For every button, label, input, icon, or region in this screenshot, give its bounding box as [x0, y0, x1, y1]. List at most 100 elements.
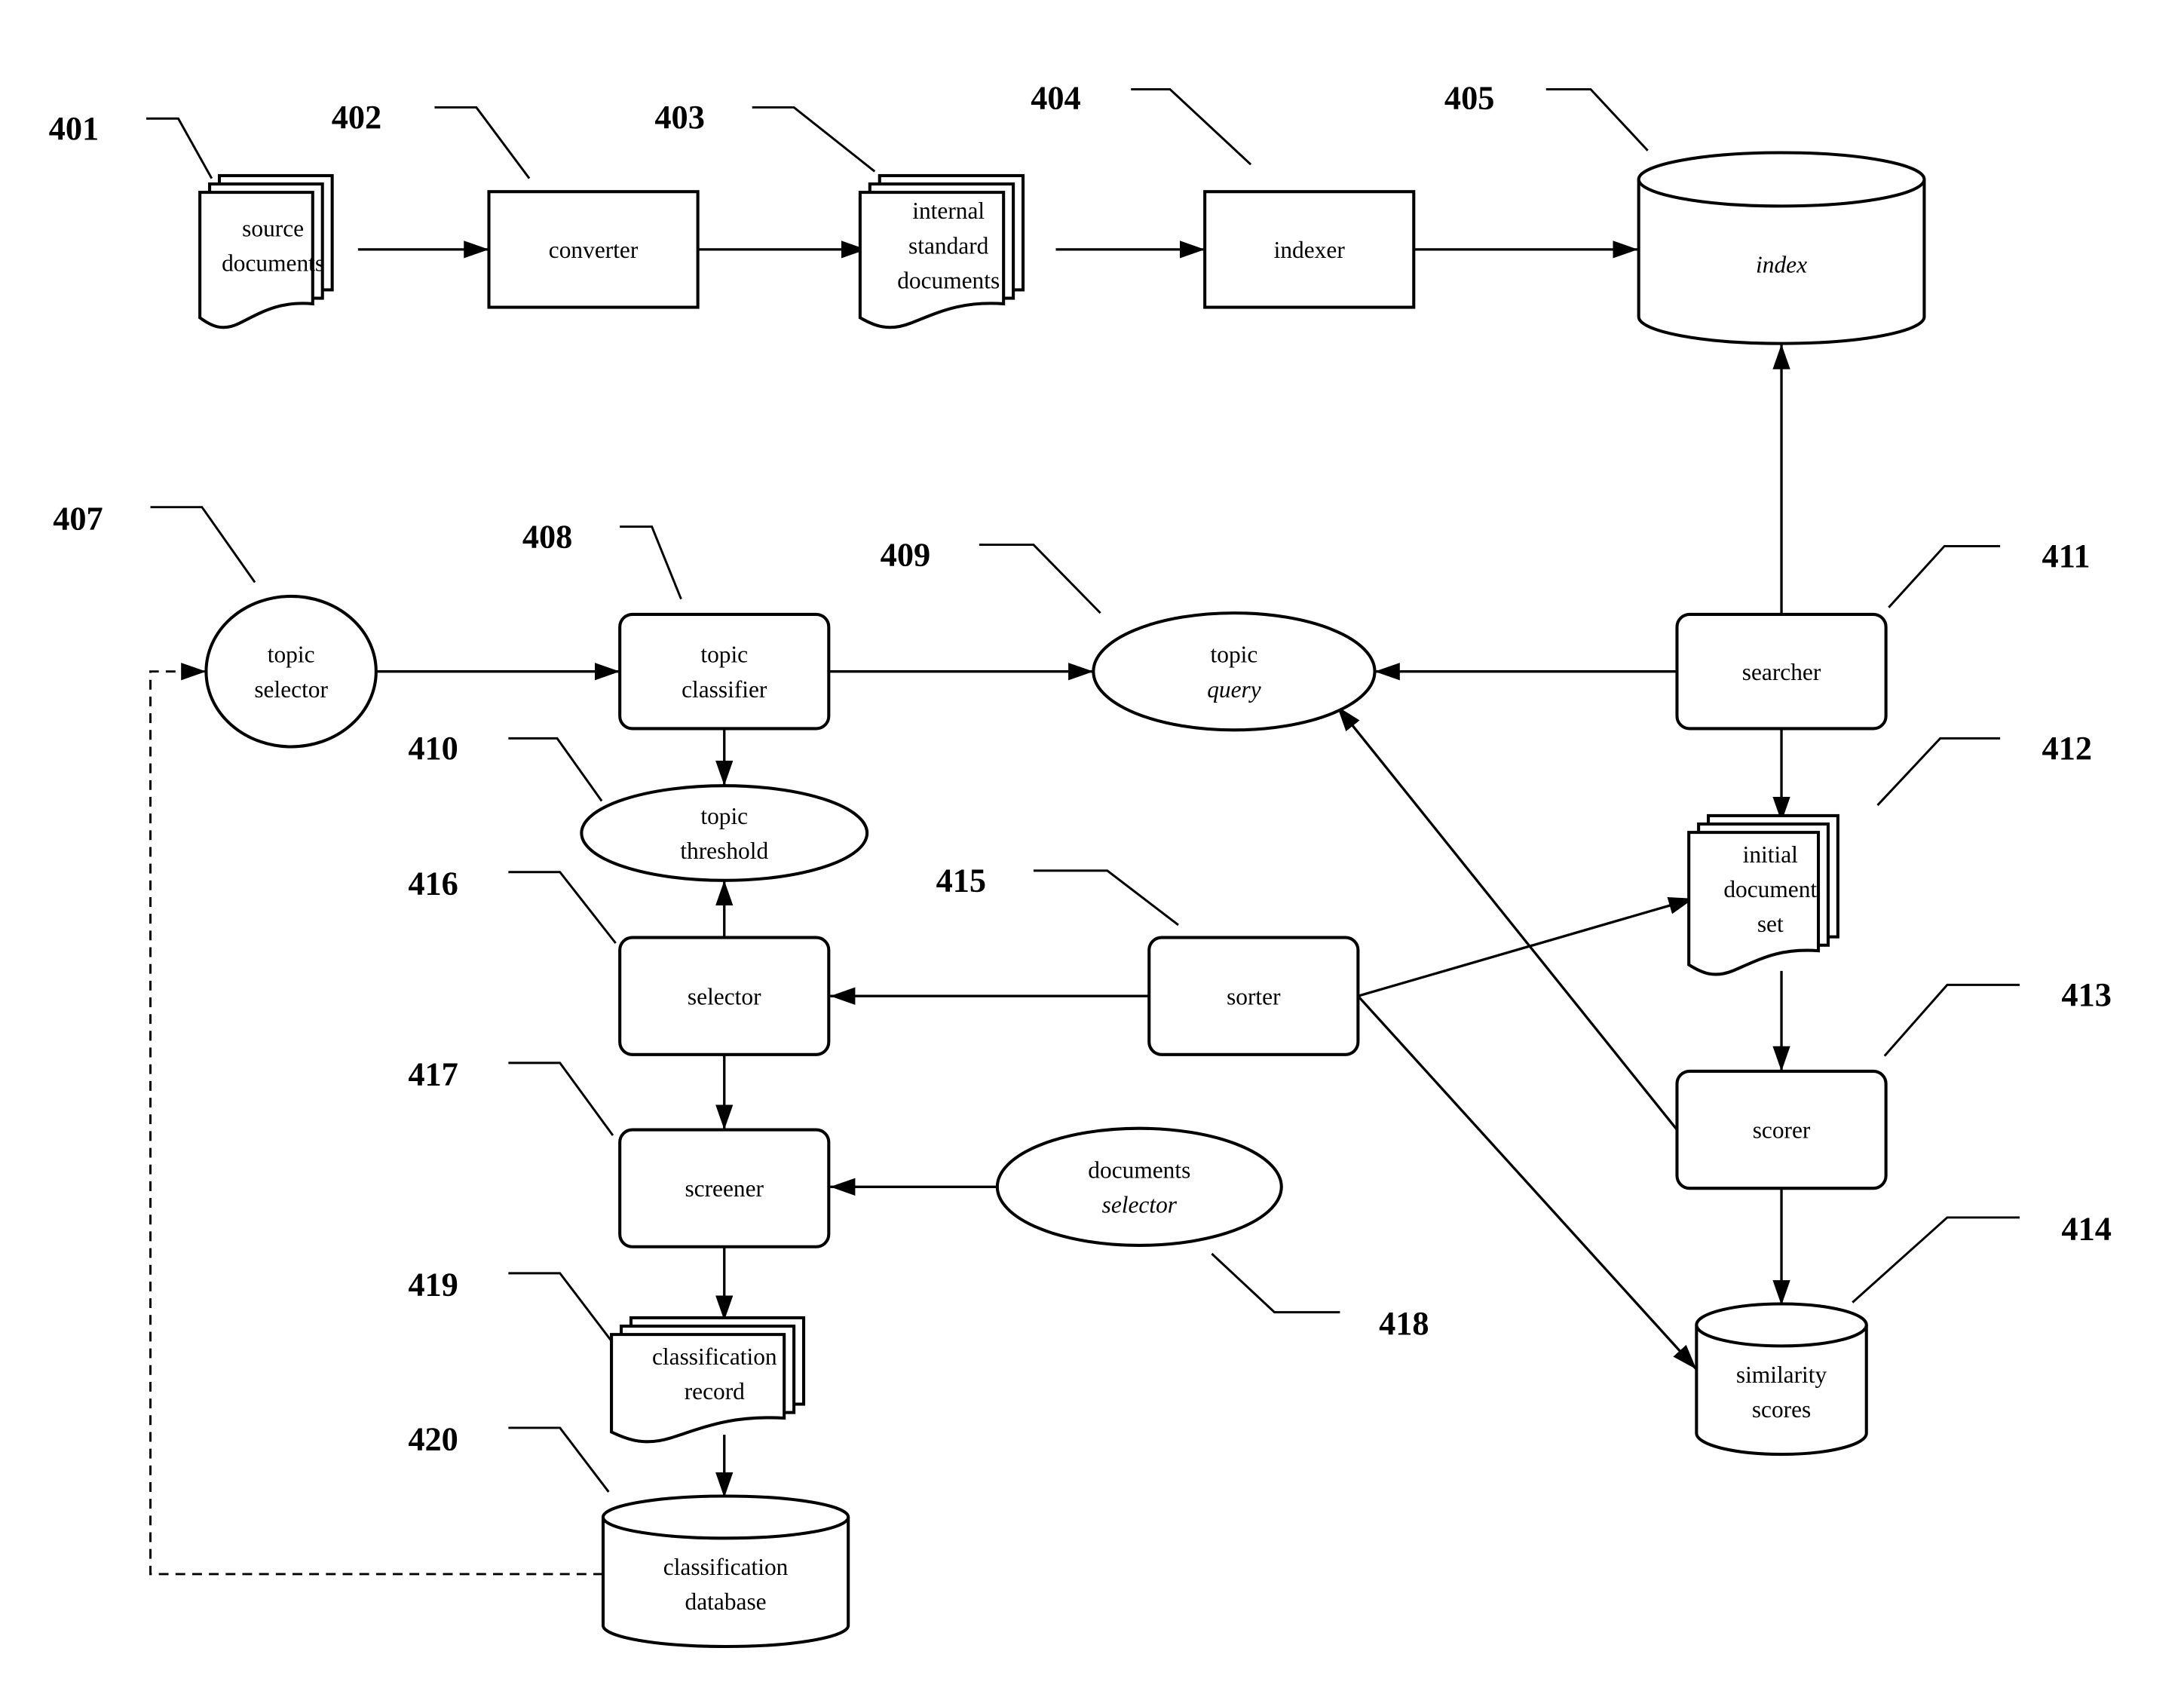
leader-line-408 — [620, 525, 682, 600]
node-404-indexer: indexer — [1203, 190, 1416, 309]
node-label: initial — [1743, 841, 1799, 868]
leader-line-405 — [1545, 87, 1649, 152]
leader-line-414 — [1852, 1216, 2020, 1303]
node-label: selector — [254, 676, 328, 703]
reference-numeral-411: 411 — [2042, 537, 2091, 574]
cylinder-top — [1637, 151, 1926, 208]
reference-numeral-407: 407 — [53, 499, 103, 537]
reference-numeral-410: 410 — [408, 729, 458, 767]
node-416-selector: selector — [618, 936, 831, 1056]
cylinder-top — [601, 1494, 850, 1540]
rounded-box-shape — [618, 612, 831, 731]
node-label: sorter — [1227, 983, 1281, 1009]
node-label: scores — [1752, 1396, 1811, 1423]
ellipse-shape — [1092, 611, 1377, 732]
reference-numeral-416: 416 — [408, 864, 458, 902]
ellipse-shape — [995, 1126, 1283, 1247]
node-401-source-documents: source documents — [198, 173, 334, 329]
node-label: similarity — [1736, 1362, 1827, 1388]
node-label: internal — [912, 198, 985, 224]
leader-line-409 — [979, 544, 1101, 614]
reference-numeral-413: 413 — [2061, 976, 2111, 1013]
ellipse-shape — [204, 594, 378, 749]
edges-layer — [149, 240, 1790, 1576]
flow-diagram: source documents converter internal standard… — [49, 78, 2112, 1649]
node-label: topic — [700, 642, 748, 668]
node-413-scorer: scorer — [1675, 1069, 1888, 1190]
node-label: set — [1757, 911, 1784, 937]
node-419-classification-record: classification record — [610, 1316, 806, 1444]
reference-numeral-401: 401 — [49, 109, 100, 147]
node-403-internal-standard-documents: internal standard documents — [858, 173, 1025, 329]
leader-line-413 — [1883, 983, 2020, 1057]
reference-numeral-412: 412 — [2042, 729, 2093, 767]
leader-line-404 — [1131, 87, 1252, 166]
node-420-classification-database: classification database — [601, 1494, 850, 1649]
node-label: source — [242, 215, 304, 241]
node-label: document — [1723, 876, 1817, 902]
reference-numeral-417: 417 — [408, 1055, 458, 1092]
node-410-topic-threshold: topic threshold — [580, 784, 869, 882]
ellipse-shape — [580, 784, 869, 882]
reference-numeral-420: 420 — [408, 1420, 458, 1458]
reference-numeral-419: 419 — [408, 1265, 458, 1303]
node-label: documents — [1088, 1156, 1190, 1183]
cylinder-top — [1695, 1302, 1868, 1348]
leader-line-420 — [508, 1426, 610, 1493]
node-label: topic — [700, 803, 748, 829]
leader-line-401 — [145, 117, 213, 179]
leader-line-402 — [434, 106, 531, 179]
leader-line-410 — [508, 737, 603, 802]
leader-line-412 — [1876, 737, 2001, 807]
leader-line-403 — [752, 106, 876, 173]
node-label: query — [1207, 676, 1261, 703]
node-412-initial-document-set: initial document set — [1687, 813, 1839, 976]
edge-420-407 — [149, 663, 604, 1576]
node-418-documents-selector: documents selector — [995, 1126, 1283, 1247]
node-label: documents — [222, 250, 324, 277]
node-label: searcher — [1742, 659, 1821, 685]
node-label: screener — [685, 1175, 764, 1202]
reference-numeral-404: 404 — [1031, 78, 1081, 116]
node-label: scorer — [1753, 1117, 1811, 1144]
node-402-converter: converter — [487, 190, 700, 309]
node-label: indexer — [1274, 237, 1346, 263]
leader-line-417 — [508, 1061, 614, 1136]
reference-numeral-414: 414 — [2061, 1210, 2111, 1248]
node-409-topic-query: topic query — [1092, 611, 1377, 732]
node-405-index: index — [1637, 151, 1926, 345]
node-407-topic-selector: topic selector — [204, 594, 378, 749]
node-label: selector — [1102, 1191, 1178, 1218]
leader-line-418 — [1211, 1252, 1340, 1314]
reference-numeral-418: 418 — [1379, 1304, 1429, 1342]
node-label: documents — [897, 268, 1000, 294]
leader-line-416 — [508, 871, 617, 944]
node-label: topic — [268, 642, 315, 668]
node-label: threshold — [680, 838, 768, 864]
node-415-sorter: sorter — [1147, 936, 1360, 1056]
reference-numeral-405: 405 — [1444, 78, 1494, 116]
edge-415-412 — [1357, 896, 1695, 997]
reference-numeral-402: 402 — [332, 98, 382, 136]
reference-numeral-415: 415 — [936, 862, 987, 899]
node-label: topic — [1211, 642, 1258, 668]
node-408-topic-classifier: topic classifier — [618, 612, 831, 731]
leader-line-411 — [1888, 544, 2001, 608]
node-label: record — [685, 1378, 745, 1405]
node-label: database — [685, 1588, 767, 1615]
leader-line-407 — [150, 506, 256, 584]
node-label: classifier — [682, 676, 767, 703]
node-411-searcher: searcher — [1675, 612, 1888, 731]
nodes-layer: source documents converter internal standard… — [198, 151, 1926, 1649]
node-414-similarity-scores: similarity scores — [1695, 1302, 1868, 1457]
leader-line-419 — [508, 1272, 614, 1344]
node-label: standard — [908, 232, 989, 259]
node-label: index — [1756, 251, 1807, 277]
reference-numeral-403: 403 — [654, 98, 705, 136]
reference-numeral-409: 409 — [881, 535, 931, 573]
node-label: converter — [549, 237, 639, 263]
node-417-screener: screener — [618, 1128, 831, 1248]
node-label: selector — [688, 983, 761, 1009]
node-label: classification — [652, 1343, 777, 1370]
node-label: classification — [663, 1554, 789, 1580]
